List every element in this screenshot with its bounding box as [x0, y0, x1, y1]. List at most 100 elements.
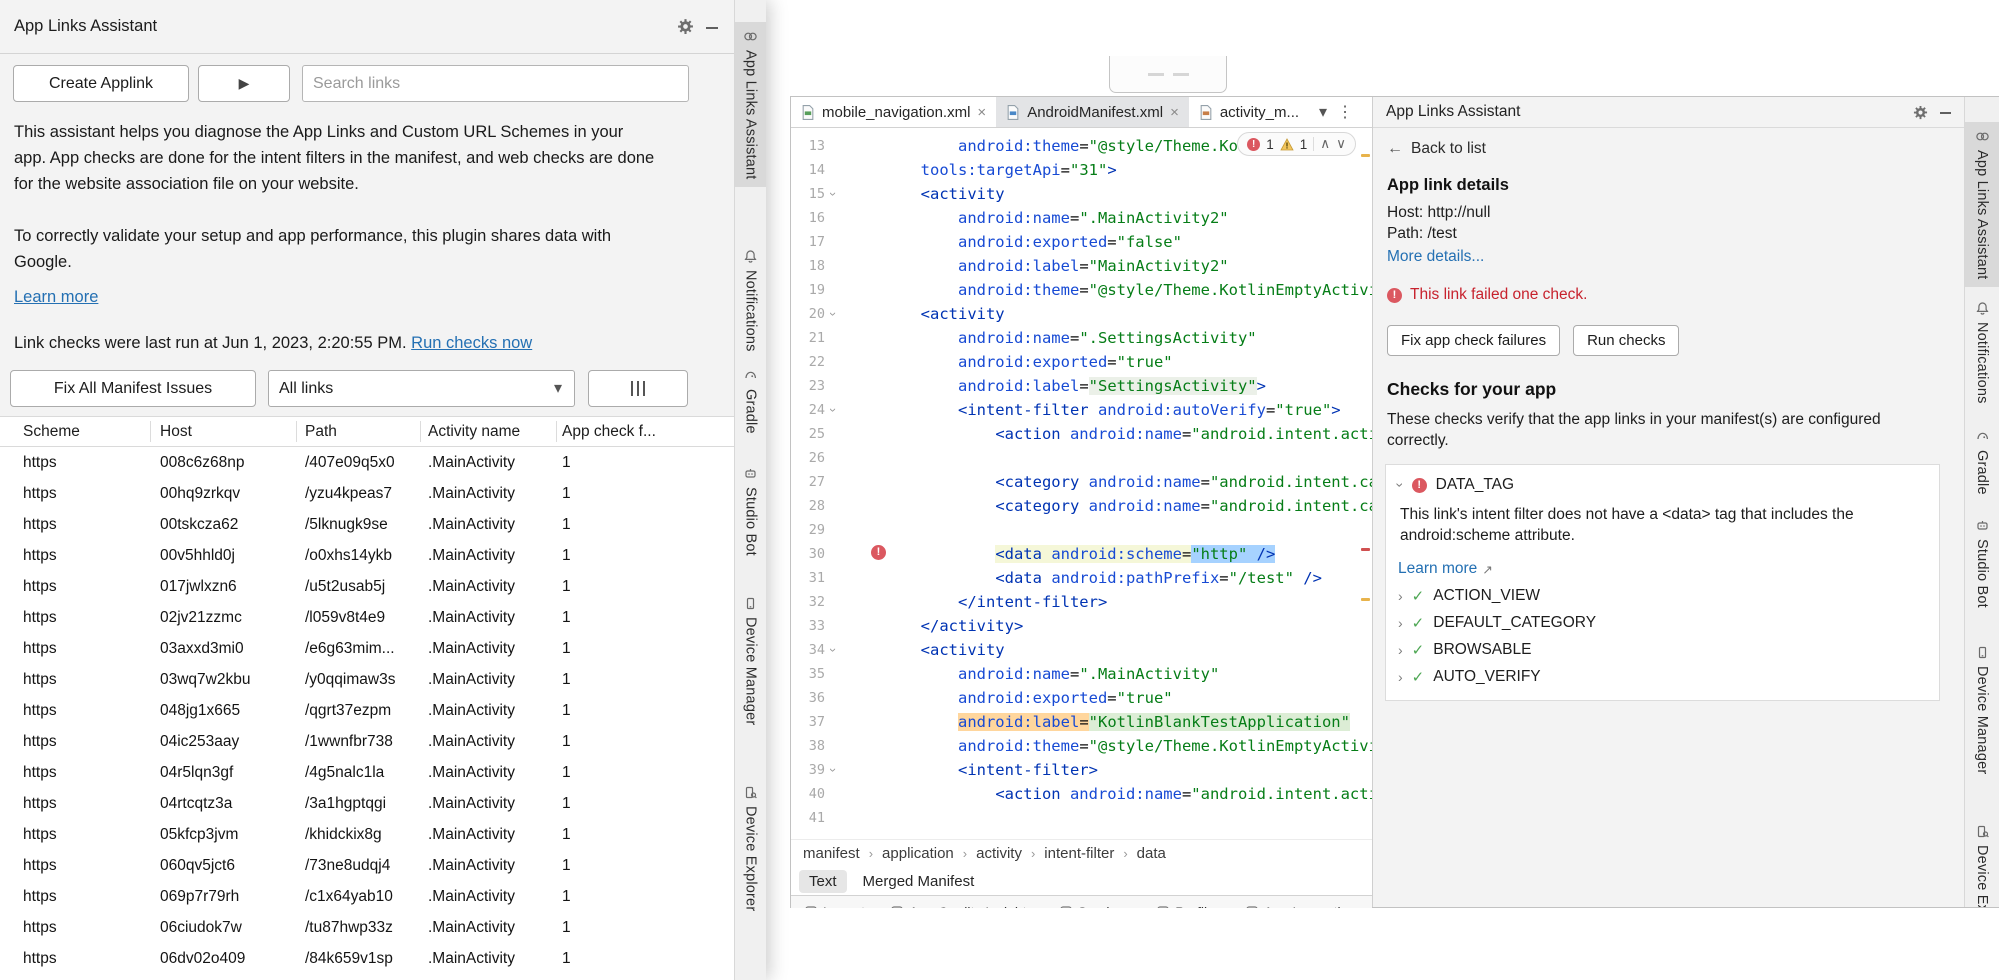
code-area[interactable]: android:theme="@style/Theme.KotlinEmp to…	[846, 134, 1372, 830]
line-number[interactable]: 36	[791, 686, 843, 710]
table-row[interactable]: https017jwlxzn6/u5t2usab5j.MainActivity1	[0, 571, 734, 602]
column-header-activity[interactable]: Activity name	[428, 423, 562, 441]
table-row[interactable]: https03axxd3mi0/e6g63mim....MainActivity…	[0, 633, 734, 664]
code-line[interactable]: <intent-filter>	[846, 758, 1372, 782]
create-applink-button[interactable]: Create Applink	[13, 65, 189, 102]
bottom-toolbar-item[interactable]: Logcat	[805, 901, 865, 908]
tool-stripe-studio-bot[interactable]: Studio Bot	[1965, 511, 1999, 615]
code-line[interactable]: <activity	[846, 182, 1372, 206]
table-row[interactable]: https048jg1x665/qgrt37ezpm.MainActivity1	[0, 695, 734, 726]
column-header-scheme[interactable]: Scheme	[23, 423, 160, 441]
breadcrumb-application[interactable]: application	[882, 845, 954, 862]
code-line[interactable]: android:label="SettingsActivity">	[846, 374, 1372, 398]
table-row[interactable]: https00tskcza62/5lknugk9se.MainActivity1	[0, 509, 734, 540]
code-line[interactable]: </intent-filter>	[846, 590, 1372, 614]
tool-stripe-app-links-assistant[interactable]: App Links Assistant	[735, 22, 766, 187]
check-row-browsable[interactable]: › ✓ BROWSABLE	[1398, 641, 1927, 659]
gear-icon[interactable]	[1913, 105, 1928, 125]
tool-stripe-gradle[interactable]: Gradle	[1965, 422, 1999, 502]
error-gutter-icon[interactable]: !	[871, 545, 886, 560]
line-number[interactable]: 22	[791, 350, 843, 374]
code-line[interactable]: android:theme="@style/Theme.KotlinEmptyA…	[846, 734, 1372, 758]
check-row-data-tag[interactable]: › ! DATA_TAG	[1398, 476, 1927, 494]
code-line[interactable]: android:name=".SettingsActivity"	[846, 326, 1372, 350]
line-number[interactable]: 34›	[791, 638, 843, 662]
code-line[interactable]: <intent-filter android:autoVerify="true"…	[846, 398, 1372, 422]
code-editor[interactable]: 131415›1617181920›21222324›2526272829303…	[791, 128, 1372, 839]
table-row[interactable]: https06ciudok7w/tu87hwp33z.MainActivity1	[0, 912, 734, 943]
tool-stripe-device-manager[interactable]: Device Manager	[1965, 638, 1999, 781]
table-row[interactable]: https008c6z68np/407e09q5x0.MainActivity1	[0, 447, 734, 478]
line-number[interactable]: 25	[791, 422, 843, 446]
line-number[interactable]: 29	[791, 518, 843, 542]
error-stripe-mark[interactable]	[1361, 548, 1370, 551]
fix-app-check-failures-button[interactable]: Fix app check failures	[1387, 325, 1560, 356]
line-number[interactable]: 35	[791, 662, 843, 686]
line-number[interactable]: 20›	[791, 302, 843, 326]
learn-more-link[interactable]: Learn more ↗	[1398, 560, 1493, 578]
line-number[interactable]: 33	[791, 614, 843, 638]
table-row[interactable]: https04rtcqtz3a/3a1hgptqgi.MainActivity1	[0, 788, 734, 819]
fold-icon[interactable]: ›	[822, 648, 846, 652]
bottom-toolbar-item[interactable]: Services	[1060, 901, 1132, 908]
tool-stripe-device-explorer[interactable]: Device Explorer	[735, 778, 766, 918]
fold-icon[interactable]: ›	[822, 768, 846, 772]
line-number[interactable]: 38	[791, 734, 843, 758]
code-line[interactable]: <data android:scheme="http" />	[846, 542, 1372, 566]
line-number[interactable]: 40	[791, 782, 843, 806]
run-button[interactable]: ▶	[198, 65, 290, 102]
search-input[interactable]	[302, 65, 689, 102]
line-number[interactable]: 41	[791, 806, 843, 830]
line-number[interactable]: 13	[791, 134, 843, 158]
tool-stripe-gradle[interactable]: Gradle	[735, 361, 766, 441]
tool-stripe-notifications[interactable]: Notifications	[735, 242, 766, 359]
minimize-icon[interactable]	[1940, 112, 1951, 114]
line-number[interactable]: 23	[791, 374, 843, 398]
tool-stripe-device-explorer[interactable]: Device Explorer	[1965, 817, 1999, 907]
table-row[interactable]: https02jv21zzmc/l059v8t4e9.MainActivity1	[0, 602, 734, 633]
line-number[interactable]: 15›	[791, 182, 843, 206]
line-number[interactable]: 24›	[791, 398, 843, 422]
code-line[interactable]: <activity	[846, 638, 1372, 662]
tool-stripe-app-links-assistant[interactable]: App Links Assistant	[1965, 122, 1999, 287]
more-details-link[interactable]: More details...	[1387, 248, 1484, 266]
breadcrumb-activity[interactable]: activity	[976, 845, 1022, 862]
learn-more-link[interactable]: Learn more	[14, 288, 98, 307]
table-row[interactable]: https079g9luv7w/h7bd07ox3y.MainActivity1	[0, 974, 734, 980]
tab-mobile-navigation-xml[interactable]: mobile_navigation.xml ×	[791, 97, 996, 127]
line-number[interactable]: 39›	[791, 758, 843, 782]
table-row[interactable]: https06dv02o409/84k659v1sp.MainActivity1	[0, 943, 734, 974]
bottom-toolbar-item[interactable]: Profiler	[1157, 901, 1219, 908]
column-header-host[interactable]: Host	[160, 423, 305, 441]
line-number[interactable]: 28	[791, 494, 843, 518]
breadcrumb-data[interactable]: data	[1137, 845, 1166, 862]
column-header-appcheck[interactable]: App check f...	[562, 423, 734, 441]
code-line[interactable]: android:label="MainActivity2"	[846, 254, 1372, 278]
gear-icon[interactable]	[677, 18, 694, 40]
code-line[interactable]: tools:targetApi="31">	[846, 158, 1372, 182]
line-number[interactable]: 30	[791, 542, 843, 566]
table-row[interactable]: https04ic253aay/1wwnfbr738.MainActivity1	[0, 726, 734, 757]
line-number[interactable]: 32	[791, 590, 843, 614]
line-number[interactable]: 19	[791, 278, 843, 302]
breadcrumb-intent-filter[interactable]: intent-filter	[1044, 845, 1114, 862]
bottom-toolbar-item[interactable]: App Inspection	[1246, 901, 1357, 908]
fix-all-manifest-issues-button[interactable]: Fix All Manifest Issues	[10, 370, 256, 407]
table-row[interactable]: https00v5hhld0j/o0xhs14ykb.MainActivity1	[0, 540, 734, 571]
tab-options-kebab-icon[interactable]: ⋮	[1337, 102, 1353, 122]
tool-stripe-device-manager[interactable]: Device Manager	[735, 589, 766, 732]
line-number[interactable]: 37	[791, 710, 843, 734]
line-number[interactable]: 16	[791, 206, 843, 230]
code-line[interactable]: android:exported="false"	[846, 230, 1372, 254]
table-row[interactable]: https00hq9zrkqv/yzu4kpeas7.MainActivity1	[0, 478, 734, 509]
column-header-path[interactable]: Path	[305, 423, 428, 441]
line-number[interactable]: 26	[791, 446, 843, 470]
code-line[interactable]: android:exported="true"	[846, 686, 1372, 710]
check-row-auto-verify[interactable]: › ✓ AUTO_VERIFY	[1398, 668, 1927, 686]
code-line[interactable]: <action android:name="android.intent.act…	[846, 422, 1372, 446]
table-row[interactable]: https069p7r79rh/c1x64yab10.MainActivity1	[0, 881, 734, 912]
code-line[interactable]: <action android:name="android.intent.act…	[846, 782, 1372, 806]
code-line[interactable]	[846, 806, 1372, 830]
line-number[interactable]: 27	[791, 470, 843, 494]
code-line[interactable]: <activity	[846, 302, 1372, 326]
